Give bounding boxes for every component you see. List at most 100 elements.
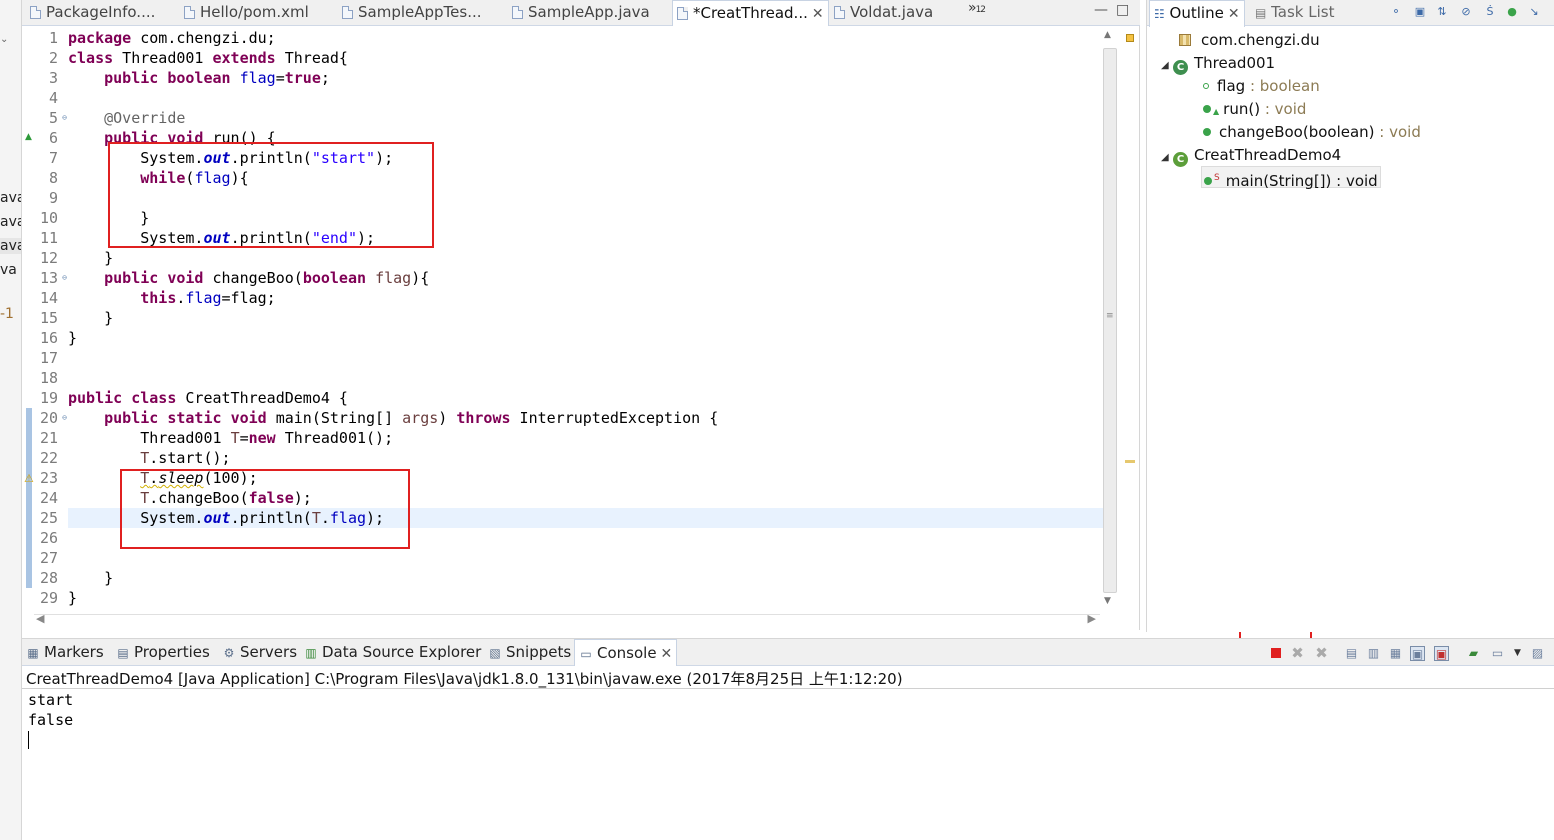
line-number: 7 — [48, 149, 58, 167]
terminate-button[interactable] — [1268, 646, 1283, 661]
console-divider — [22, 688, 1554, 689]
left-strip-item[interactable]: va — [0, 262, 17, 278]
scroll-left-icon[interactable]: ◀ — [36, 612, 44, 625]
fold-toggle-icon[interactable]: ⊖ — [62, 408, 67, 428]
code-line: public class CreatThreadDemo4 { — [68, 388, 1104, 408]
code-text: Thread001(); — [275, 429, 394, 447]
close-icon[interactable]: ✕ — [812, 6, 824, 22]
code-text: changeBoo( — [203, 269, 303, 287]
scrollbar-thumb[interactable]: ≡ — [1103, 48, 1117, 593]
pin-console-icon[interactable]: ▰ — [1466, 646, 1481, 661]
hide-local-types-icon[interactable]: ↘ — [1527, 5, 1541, 19]
show-console-stderr-icon[interactable]: ▣ — [1434, 646, 1449, 661]
left-strip-item[interactable]: ava — [0, 238, 21, 254]
hide-fields-icon[interactable]: ⊘ — [1459, 5, 1473, 19]
tab-label: Servers — [240, 643, 298, 661]
collapse-chevron-icon[interactable]: ⌄ — [0, 34, 8, 45]
sort-icon[interactable]: ⇅ — [1435, 5, 1449, 19]
keyword: this — [140, 289, 177, 307]
tree-label: changeBoo(boolean) — [1219, 123, 1375, 141]
close-icon[interactable]: ✕ — [1228, 6, 1240, 22]
outline-class-item[interactable]: ◢ C Thread001 — [1161, 52, 1275, 77]
database-icon: ▥ — [305, 646, 317, 660]
tab-label: Outline — [1169, 4, 1224, 22]
tab-overflow-button[interactable]: »12 — [968, 0, 986, 16]
tab-snippets[interactable]: ▧ Snippets — [488, 639, 571, 667]
scroll-lock-icon[interactable]: ▥ — [1366, 646, 1381, 661]
editor-tab-packageinfo[interactable]: PackageInfo.... — [30, 0, 155, 26]
hide-static-icon[interactable]: Ṡ — [1483, 5, 1497, 19]
show-console-stdout-icon[interactable]: ▣ — [1410, 646, 1425, 661]
fold-toggle-icon[interactable]: ⊖ — [62, 108, 67, 128]
hide-non-public-icon[interactable]: ● — [1505, 5, 1519, 19]
collapse-all-icon[interactable]: ⚬ — [1389, 5, 1403, 19]
tab-console[interactable]: ▭ Console ✕ — [574, 639, 678, 668]
word-wrap-icon[interactable]: ▦ — [1388, 646, 1403, 661]
tab-task-list[interactable]: ▤ Task List — [1255, 0, 1335, 26]
fold-toggle-icon[interactable]: ⊖ — [62, 268, 67, 288]
overview-warning-mark[interactable] — [1125, 460, 1135, 463]
editor-tab-creatthread[interactable]: *CreatThread... ✕ — [672, 0, 829, 27]
outline-field-item[interactable]: flag : boolean — [1199, 75, 1320, 97]
outline-class-item[interactable]: ◢ C CreatThreadDemo4 — [1161, 144, 1341, 169]
param-ref: args — [402, 409, 439, 427]
editor-tab-sampleapp[interactable]: SampleApp.java — [512, 0, 650, 26]
minimize-icon[interactable]: — — [1094, 2, 1108, 18]
snippets-icon: ▧ — [489, 646, 501, 660]
close-icon[interactable]: ✕ — [661, 646, 673, 662]
tab-data-source-explorer[interactable]: ▥ Data Source Explorer — [304, 639, 481, 667]
maximize-icon[interactable]: □ — [1116, 2, 1129, 18]
warning-icon[interactable]: ⚠ — [24, 472, 34, 485]
java-file-icon — [512, 6, 523, 19]
tab-properties[interactable]: ▤ Properties — [116, 639, 209, 667]
keyword: class — [131, 389, 177, 407]
clear-console-icon[interactable]: ▤ — [1344, 646, 1359, 661]
focus-icon[interactable]: ▣ — [1413, 5, 1427, 19]
line-number: 14 — [39, 289, 58, 307]
editor-tab-sampleapptest[interactable]: SampleAppTes... — [342, 0, 482, 26]
vertical-scrollbar[interactable]: ▲ ≡ ▼ — [1101, 30, 1119, 610]
tab-servers[interactable]: ⚙ Servers — [222, 639, 297, 667]
keyword: extends — [212, 49, 276, 67]
console-output[interactable]: start false — [28, 690, 73, 749]
code-line: @Override — [68, 108, 1104, 128]
tree-label: com.chengzi.du — [1201, 31, 1320, 49]
overview-ruler[interactable] — [1125, 30, 1135, 610]
remove-all-terminated-icon[interactable]: ✖ — [1314, 646, 1329, 661]
override-marker-icon[interactable]: ▲ — [25, 132, 32, 142]
scroll-right-icon[interactable]: ▶ — [1088, 612, 1096, 625]
line-number-ruler: 1 2 3 4 5 ⊖ 6 7 8 9 10 11 12 13 ⊖ 14 15 16… — [34, 28, 67, 608]
tab-label: Snippets — [506, 643, 572, 661]
outline-main-method-item[interactable]: Smain(String[]) : void — [1201, 166, 1381, 190]
scroll-up-icon[interactable]: ▲ — [1104, 30, 1111, 40]
open-console-icon[interactable]: ▨ — [1530, 646, 1545, 661]
outline-method-item[interactable]: changeBoo(boolean) : void — [1199, 121, 1421, 143]
editor-tab-label: SampleAppTes... — [358, 3, 482, 21]
outline-view: ☷ Outline ✕ ▤ Task List ⚬ ▣ ⇅ ⊘ Ṡ ● ↘ com… — [1146, 0, 1554, 632]
remove-launch-icon[interactable]: ✖ — [1290, 646, 1305, 661]
display-console-icon[interactable]: ▭ — [1490, 646, 1505, 661]
tab-markers[interactable]: ▦ Markers — [26, 639, 103, 667]
line-number: 12 — [39, 249, 58, 267]
outline-method-item[interactable]: ▲ run() : void — [1199, 98, 1306, 120]
expand-toggle-icon[interactable]: ◢ — [1161, 55, 1173, 77]
editor-tab-pom[interactable]: Hello/pom.xml — [184, 0, 309, 26]
line-number-value: 20 — [39, 409, 58, 427]
outline-package-item[interactable]: com.chengzi.du — [1179, 29, 1320, 51]
line-number: 15 — [39, 309, 58, 327]
keyword: boolean — [167, 69, 231, 87]
horizontal-scrollbar[interactable]: ◀ ▶ — [34, 612, 1100, 628]
tab-outline[interactable]: ☷ Outline ✕ — [1149, 0, 1245, 27]
line-number: 11 — [39, 229, 58, 247]
console-view[interactable]: CreatThreadDemo4 [Java Application] C:\P… — [22, 666, 1554, 840]
left-strip-item[interactable]: ava — [0, 214, 21, 230]
dropdown-chevron-icon[interactable]: ▼ — [1510, 646, 1525, 661]
xml-file-icon — [184, 6, 195, 19]
expand-toggle-icon[interactable]: ◢ — [1161, 147, 1173, 169]
left-strip-item[interactable]: ava — [0, 190, 21, 206]
highlight-box-main-calls — [120, 469, 410, 549]
left-view-strip: ⌄ ava ava ava va -1 — [0, 0, 22, 840]
editor-tab-voldat[interactable]: Voldat.java — [834, 0, 933, 26]
scroll-down-icon[interactable]: ▼ — [1104, 596, 1111, 606]
left-strip-item[interactable]: -1 — [0, 306, 14, 322]
